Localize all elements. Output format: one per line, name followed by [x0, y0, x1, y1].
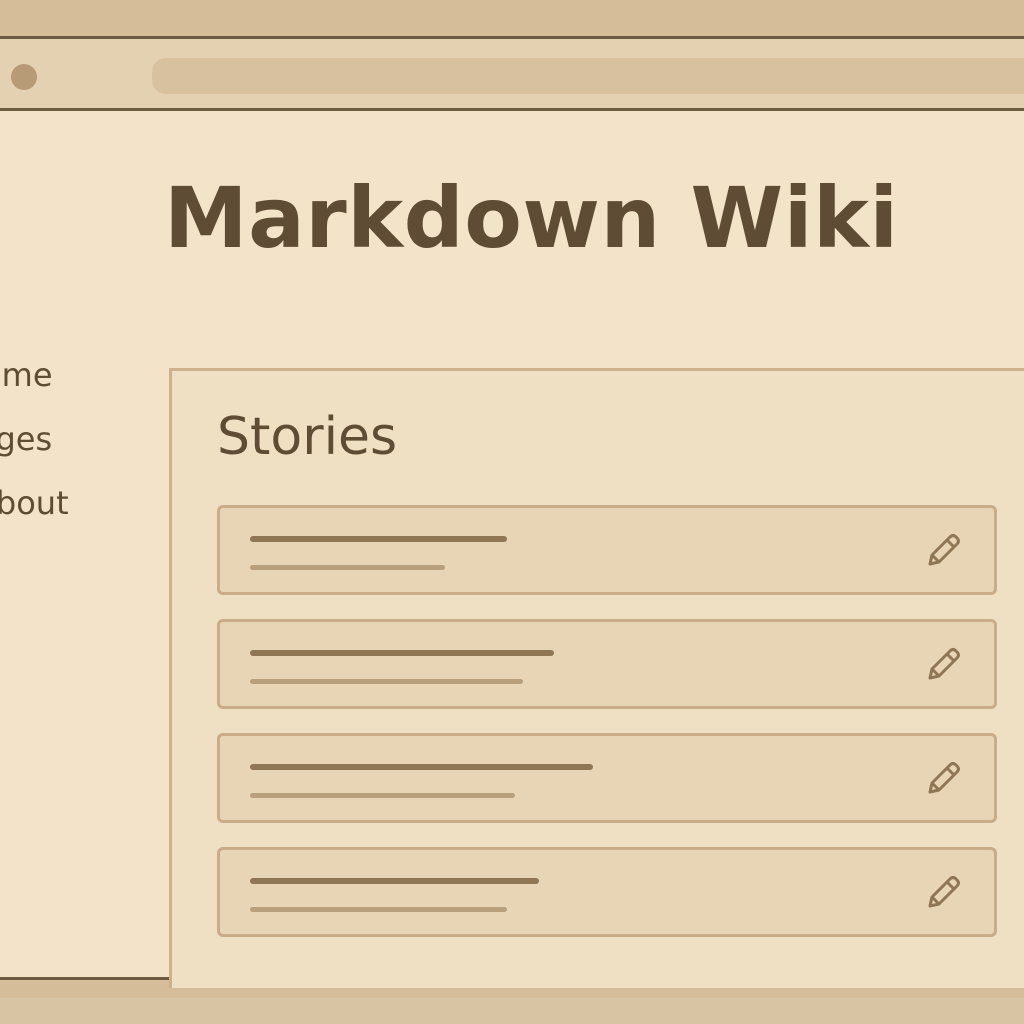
pencil-icon[interactable] [920, 528, 966, 574]
story-card[interactable] [217, 619, 997, 709]
page-title: Markdown Wiki [164, 169, 899, 267]
browser-window: Markdown Wiki Home Pages About Stories [0, 36, 1024, 988]
stories-panel: Stories [169, 368, 1024, 988]
story-subtitle-placeholder [250, 793, 515, 798]
window-control-dot-icon[interactable] [11, 64, 37, 90]
screen-frame: Markdown Wiki Home Pages About Stories [0, 0, 1024, 1024]
story-card[interactable] [217, 847, 997, 937]
story-subtitle-placeholder [250, 679, 523, 684]
sidebar-item-home[interactable]: Home [0, 359, 53, 391]
pencil-icon[interactable] [920, 756, 966, 802]
pencil-icon[interactable] [920, 870, 966, 916]
story-card[interactable] [217, 733, 997, 823]
section-title: Stories [217, 407, 398, 467]
story-title-placeholder [250, 650, 554, 656]
story-card[interactable] [217, 505, 997, 595]
story-title-placeholder [250, 878, 539, 884]
story-title-placeholder [250, 536, 507, 542]
story-title-placeholder [250, 764, 593, 770]
window-titlebar [0, 39, 1024, 111]
sidebar-item-pages[interactable]: Pages [0, 423, 52, 455]
address-bar[interactable] [152, 58, 1024, 94]
sidebar-item-about[interactable]: About [0, 487, 69, 519]
pencil-icon[interactable] [920, 642, 966, 688]
page-content: Markdown Wiki Home Pages About Stories [0, 111, 1024, 988]
story-subtitle-placeholder [250, 907, 507, 912]
bottom-bar [0, 998, 1024, 1024]
story-subtitle-placeholder [250, 565, 445, 570]
